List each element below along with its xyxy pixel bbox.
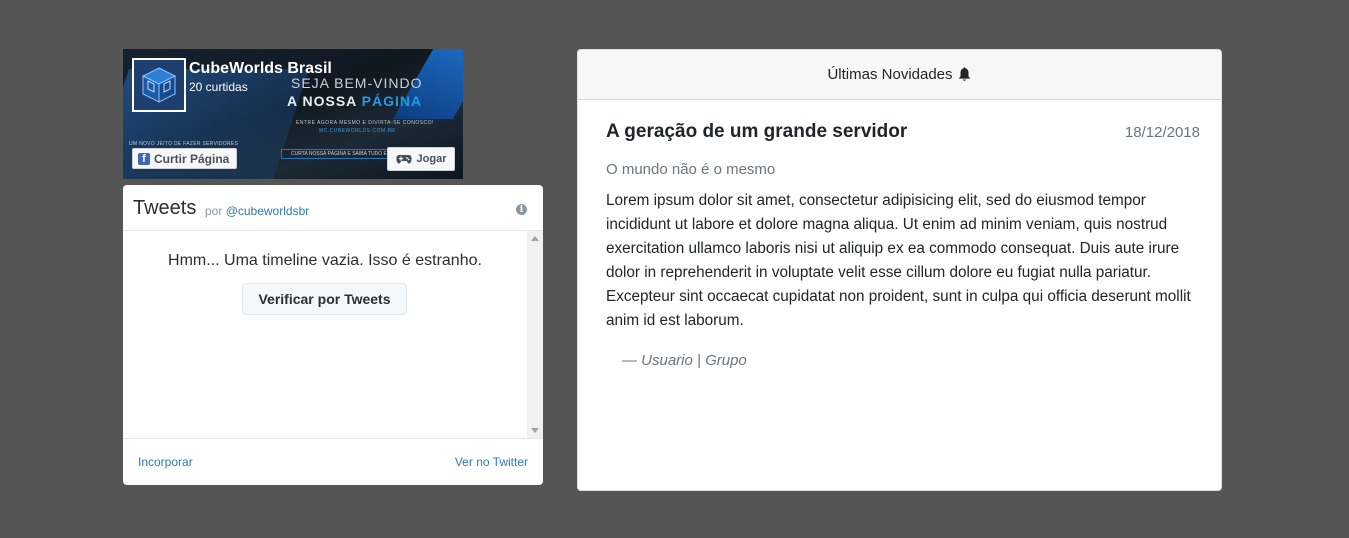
cover-banner: CURTA NOSSA PÁGINA E SAIBA TUDO EM bbox=[281, 149, 401, 159]
bell-icon bbox=[958, 66, 970, 81]
scroll-up-arrow-icon[interactable] bbox=[531, 236, 539, 241]
cover-welcome-prefix: A NOSSA bbox=[287, 93, 362, 109]
likes-count: 20 curtidas bbox=[189, 80, 248, 94]
timeline-body: Hmm... Uma timeline vazia. Isso é estran… bbox=[123, 231, 527, 438]
cover-welcome-line1: SEJA BEM-VINDO bbox=[291, 75, 423, 91]
view-on-twitter-link[interactable]: Ver no Twitter bbox=[455, 455, 528, 469]
timeline-scrollbar[interactable] bbox=[527, 231, 543, 438]
cover-invite-text: ENTRE AGORA MESMO E DIVIRTA-SE CONOSCO! bbox=[296, 120, 434, 126]
news-date: 18/12/2018 bbox=[1124, 124, 1200, 141]
facebook-icon: f bbox=[138, 152, 150, 165]
embed-link[interactable]: Incorporar bbox=[138, 455, 193, 469]
twitter-handle-link[interactable]: @cubeworldsbr bbox=[226, 204, 310, 218]
like-page-label: Curtir Página bbox=[154, 151, 230, 166]
play-label: Jogar bbox=[416, 153, 447, 165]
cube-logo-icon bbox=[141, 67, 177, 103]
news-card: Últimas Novidades A geração de um grande… bbox=[577, 49, 1222, 491]
timeline-title: Tweets bbox=[133, 197, 197, 219]
play-button[interactable]: Jogar bbox=[387, 147, 455, 171]
facebook-page-widget: CubeWorlds Brasil 20 curtidas SEJA BEM-V… bbox=[123, 49, 463, 179]
check-tweets-button[interactable]: Verificar por Tweets bbox=[242, 283, 407, 315]
like-page-button[interactable]: f Curtir Página bbox=[132, 148, 238, 169]
news-card-header: Últimas Novidades bbox=[578, 50, 1221, 100]
scroll-down-arrow-icon[interactable] bbox=[531, 428, 539, 433]
cover-welcome-line2: A NOSSA PÁGINA bbox=[287, 93, 422, 109]
news-author: — Usuario | Grupo bbox=[622, 352, 747, 369]
timeline-byline: por @cubeworldsbr bbox=[205, 204, 309, 218]
news-subtitle: O mundo não é o mesmo bbox=[606, 161, 776, 178]
cover-server-address: MC.CUBEWORLDS.COM.BR bbox=[319, 128, 396, 134]
info-icon[interactable]: i bbox=[516, 204, 527, 215]
empty-timeline-message: Hmm... Uma timeline vazia. Isso é estran… bbox=[168, 252, 482, 269]
cover-welcome-highlight: PÁGINA bbox=[361, 93, 423, 109]
cover-tagline: UM NOVO JEITO DE FAZER SERVIDORES bbox=[129, 141, 239, 147]
gamepad-icon bbox=[395, 154, 412, 164]
news-body: Lorem ipsum dolor sit amet, consectetur … bbox=[606, 192, 1191, 329]
byline-prefix: por bbox=[205, 204, 223, 218]
twitter-timeline-widget: Tweets por @cubeworldsbr i Hmm... Uma ti… bbox=[123, 185, 543, 485]
timeline-footer: Incorporar Ver no Twitter bbox=[123, 438, 543, 485]
news-header-title: Últimas Novidades bbox=[827, 66, 953, 83]
news-title: A geração de um grande servidor bbox=[606, 121, 908, 142]
page-logo[interactable] bbox=[132, 58, 186, 112]
timeline-header: Tweets por @cubeworldsbr i bbox=[123, 185, 543, 231]
